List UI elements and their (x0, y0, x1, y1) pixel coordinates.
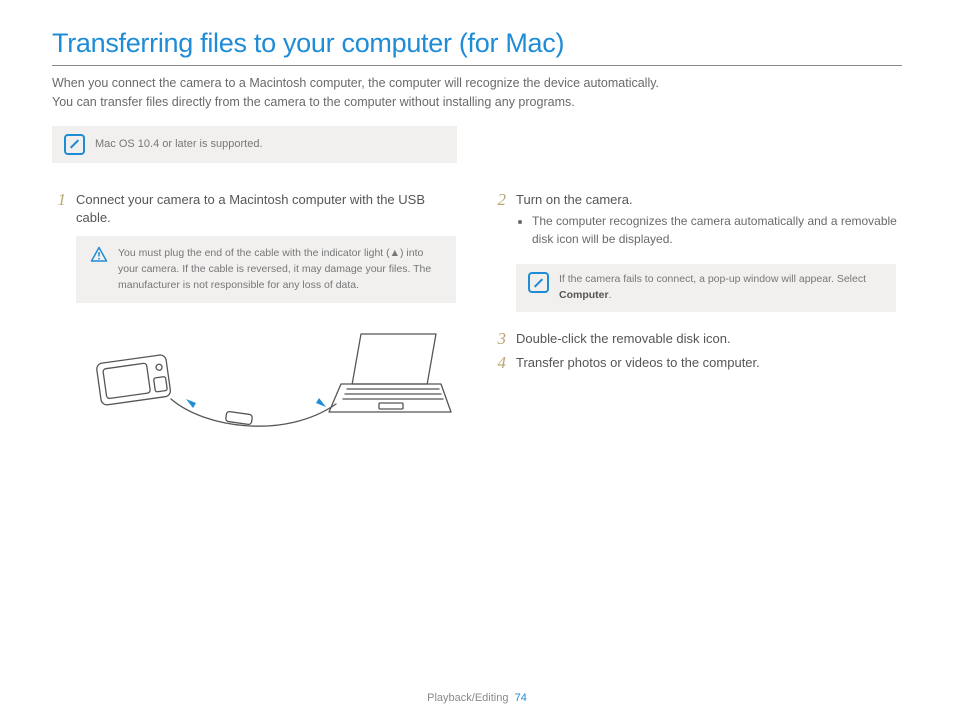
left-column: 1 Connect your camera to a Macintosh com… (52, 191, 462, 475)
supported-os-note: Mac OS 10.4 or later is supported. (52, 126, 457, 163)
note-frag-c: . (609, 289, 612, 301)
page-title: Transferring files to your computer (for… (52, 28, 902, 59)
footer-section: Playback/Editing (427, 692, 508, 704)
step-1-number: 1 (52, 191, 66, 229)
step-2-number: 2 (492, 191, 506, 259)
manual-page: Transferring files to your computer (for… (0, 0, 954, 720)
usb-warning-text: You must plug the end of the cable with … (118, 246, 442, 293)
intro-line-2: You can transfer files directly from the… (52, 95, 575, 109)
warning-icon (90, 246, 108, 264)
step-2: 2 Turn on the camera. The computer recog… (492, 191, 902, 259)
note-icon (64, 134, 85, 155)
intro-text: When you connect the camera to a Macinto… (52, 74, 902, 112)
step-3-number: 3 (492, 330, 506, 349)
supported-os-text: Mac OS 10.4 or later is supported. (95, 138, 263, 150)
camera-laptop-illustration (76, 319, 456, 469)
step-3-text: Double-click the removable disk icon. (516, 330, 902, 349)
usb-warning-note: You must plug the end of the cable with … (76, 236, 456, 303)
step-4-text: Transfer photos or videos to the compute… (516, 354, 902, 373)
connect-fail-text: If the camera fails to connect, a pop-up… (559, 272, 884, 304)
step-4: 4 Transfer photos or videos to the compu… (492, 354, 902, 373)
step-2-text: Turn on the camera. (516, 191, 902, 210)
columns: 1 Connect your camera to a Macintosh com… (52, 191, 902, 475)
footer-page-number: 74 (515, 692, 527, 704)
title-rule (52, 65, 902, 66)
step-1-text: Connect your camera to a Macintosh compu… (76, 191, 462, 229)
page-footer: Playback/Editing 74 (0, 692, 954, 704)
step-1: 1 Connect your camera to a Macintosh com… (52, 191, 462, 229)
note-frag-b: Computer (559, 289, 609, 301)
step-2-bullets: The computer recognizes the camera autom… (516, 213, 902, 248)
note-icon (528, 272, 549, 293)
step-3: 3 Double-click the removable disk icon. (492, 330, 902, 349)
right-column: 2 Turn on the camera. The computer recog… (492, 191, 902, 475)
intro-line-1: When you connect the camera to a Macinto… (52, 76, 659, 90)
step-4-number: 4 (492, 354, 506, 373)
connect-fail-note: If the camera fails to connect, a pop-up… (516, 264, 896, 312)
note-frag-a: If the camera fails to connect, a pop-up… (559, 273, 866, 285)
step-2-bullet-1: The computer recognizes the camera autom… (532, 213, 902, 248)
